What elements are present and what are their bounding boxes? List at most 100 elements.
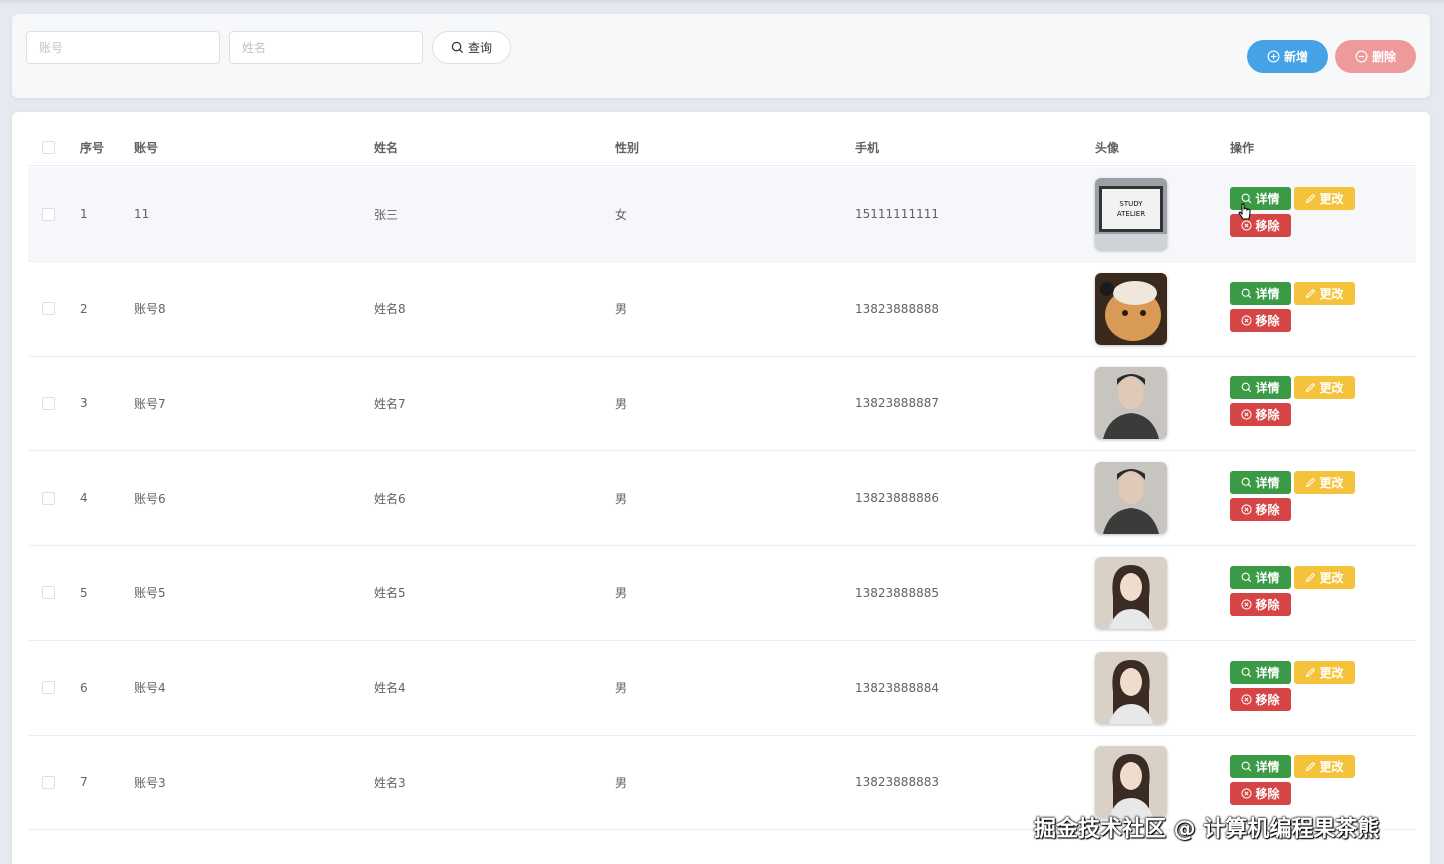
row-name: 张三 [374,207,399,222]
edit-button[interactable]: 更改 [1294,565,1355,589]
row-index: 1 [80,207,88,221]
close-circle-icon [1241,693,1253,705]
row-index: 7 [80,775,88,790]
edit-button[interactable]: 更改 [1294,281,1355,305]
detail-button[interactable]: 详情 [1230,565,1291,589]
edit-button[interactable]: 更改 [1294,660,1355,684]
row-account: 账号6 [134,491,166,506]
edit-button[interactable]: 更改 [1294,755,1355,779]
pencil-icon [1305,572,1316,583]
row-gender: 男 [615,491,628,506]
row-checkbox[interactable] [42,396,55,410]
edit-button[interactable]: 更改 [1294,376,1355,400]
row-gender: 男 [615,775,628,790]
name-search-input[interactable] [229,31,423,64]
account-search-input[interactable] [26,31,220,64]
delete-button[interactable]: 删除 [1335,40,1416,73]
remove-button[interactable]: 移除 [1230,308,1291,332]
edit-label: 更改 [1319,286,1344,301]
edit-label: 更改 [1319,381,1344,396]
search-icon [1241,382,1252,393]
pencil-icon [1305,382,1316,393]
header-gender: 性别 [615,141,640,155]
row-index: 6 [80,680,88,695]
pencil-icon [1305,761,1316,772]
top-shadow [0,0,1444,4]
remove-label: 移除 [1255,313,1280,328]
detail-button[interactable]: 详情 [1230,281,1291,305]
remove-button[interactable]: 移除 [1230,592,1291,616]
row-gender: 男 [615,302,628,317]
row-name: 姓名4 [374,681,406,695]
add-button[interactable]: 新增 [1247,40,1328,73]
detail-label: 详情 [1255,760,1280,775]
remove-button[interactable]: 移除 [1230,498,1291,522]
table-panel: 序号 账号 姓名 性别 手机 头像 操作 1 11 张三 女 151111111… [12,112,1430,864]
row-checkbox[interactable] [42,302,55,316]
search-icon [1241,288,1252,299]
row-checkbox[interactable] [42,775,55,789]
query-button[interactable]: 查询 [432,31,511,64]
pencil-icon [1305,667,1316,678]
minus-circle-icon [1355,50,1368,63]
row-name: 姓名3 [374,775,406,790]
row-phone: 15111111111 [855,207,939,221]
table-row[interactable]: 1 11 张三 女 15111111111 STUDY ATELIER 详情 更改… [28,167,1416,262]
table-header: 序号 账号 姓名 性别 手机 头像 操作 [28,130,1416,166]
detail-label: 详情 [1255,476,1280,491]
row-account: 账号4 [134,681,166,695]
detail-label: 详情 [1255,192,1280,206]
table-row[interactable]: 6 账号4 姓名4 男 13823888884 详情 更改 移除 [28,641,1416,736]
select-all-checkbox[interactable] [42,141,55,154]
close-circle-icon [1241,599,1253,610]
avatar [1095,367,1167,440]
row-account: 账号7 [134,396,166,411]
search-icon [1241,572,1252,583]
detail-button[interactable]: 详情 [1230,471,1291,495]
remove-label: 移除 [1255,219,1280,233]
row-index: 2 [80,301,88,316]
edit-label: 更改 [1319,760,1344,775]
remove-button[interactable]: 移除 [1230,403,1291,427]
header-actions: 操作 [1230,141,1255,155]
row-checkbox[interactable] [42,491,55,505]
row-checkbox[interactable] [42,681,55,694]
detail-label: 详情 [1255,570,1280,585]
header-phone: 手机 [855,141,880,155]
row-gender: 男 [615,586,628,601]
row-phone: 13823888888 [855,301,939,316]
close-circle-icon [1241,504,1253,515]
edit-label: 更改 [1319,665,1344,680]
search-icon [1241,667,1252,678]
mouse-cursor-icon [1238,203,1252,225]
avatar: STUDY ATELIER [1095,178,1167,250]
close-circle-icon [1241,409,1253,420]
table-row[interactable]: 4 账号6 姓名6 男 13823888886 详情 更改 移除 [28,451,1416,547]
detail-button[interactable]: 详情 [1230,376,1291,400]
edit-button[interactable]: 更改 [1294,187,1355,210]
detail-button[interactable]: 详情 [1230,755,1291,779]
remove-label: 移除 [1255,597,1280,612]
row-name: 姓名6 [374,491,406,506]
detail-button[interactable]: 详情 [1230,660,1291,684]
remove-button[interactable]: 移除 [1230,687,1291,711]
remove-button[interactable]: 移除 [1230,782,1291,806]
row-index: 4 [80,491,88,506]
table-row[interactable]: 2 账号8 姓名8 男 13823888888 详情 更改 移除 [28,262,1416,357]
remove-label: 移除 [1255,787,1280,802]
row-checkbox[interactable] [42,586,55,600]
edit-button[interactable]: 更改 [1294,471,1355,495]
avatar [1095,556,1167,629]
table-row[interactable]: 5 账号5 姓名5 男 13823888885 详情 更改 移除 [28,546,1416,641]
query-label: 查询 [467,41,492,55]
edit-label: 更改 [1319,476,1344,491]
watermark: 掘金技术社区 @ 计算机编程果茶熊 [1034,817,1380,842]
row-index: 5 [80,585,88,600]
row-checkbox[interactable] [42,207,55,221]
row-account: 账号8 [134,302,166,317]
row-gender: 男 [615,681,628,695]
delete-label: 删除 [1371,50,1396,64]
row-phone: 13823888885 [855,585,939,600]
header-account: 账号 [134,141,159,155]
table-row[interactable]: 3 账号7 姓名7 男 13823888887 详情 更改 移除 [28,356,1416,452]
